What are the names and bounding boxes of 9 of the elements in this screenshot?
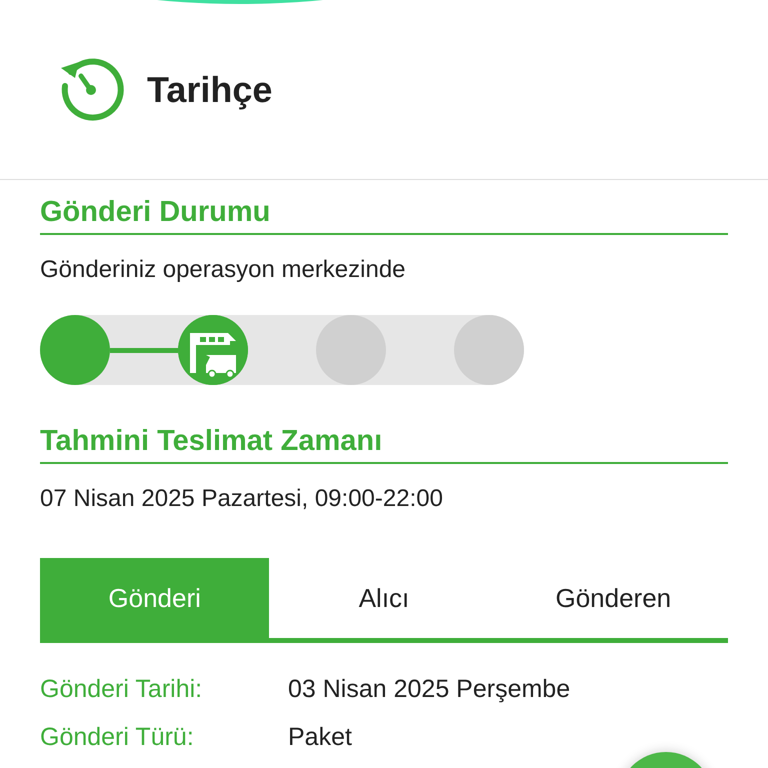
detail-label: Gönderi Tarihi: [40,674,204,705]
section-heading: Tahmini Teslimat Zamanı [40,423,728,464]
page-title: Tarihçe [147,68,272,110]
detail-value: Paket [288,722,353,753]
section-heading: Gönderi Durumu [40,194,728,235]
detail-value: 03 Nisan 2025 Perşembe [288,674,572,705]
delivery-time: 07 Nisan 2025 Pazartesi, 09:00-22:00 [40,484,444,514]
status-message: Gönderiniz operasyon merkezinde [40,255,407,285]
detail-label: Gönderi Türü: [40,722,195,753]
